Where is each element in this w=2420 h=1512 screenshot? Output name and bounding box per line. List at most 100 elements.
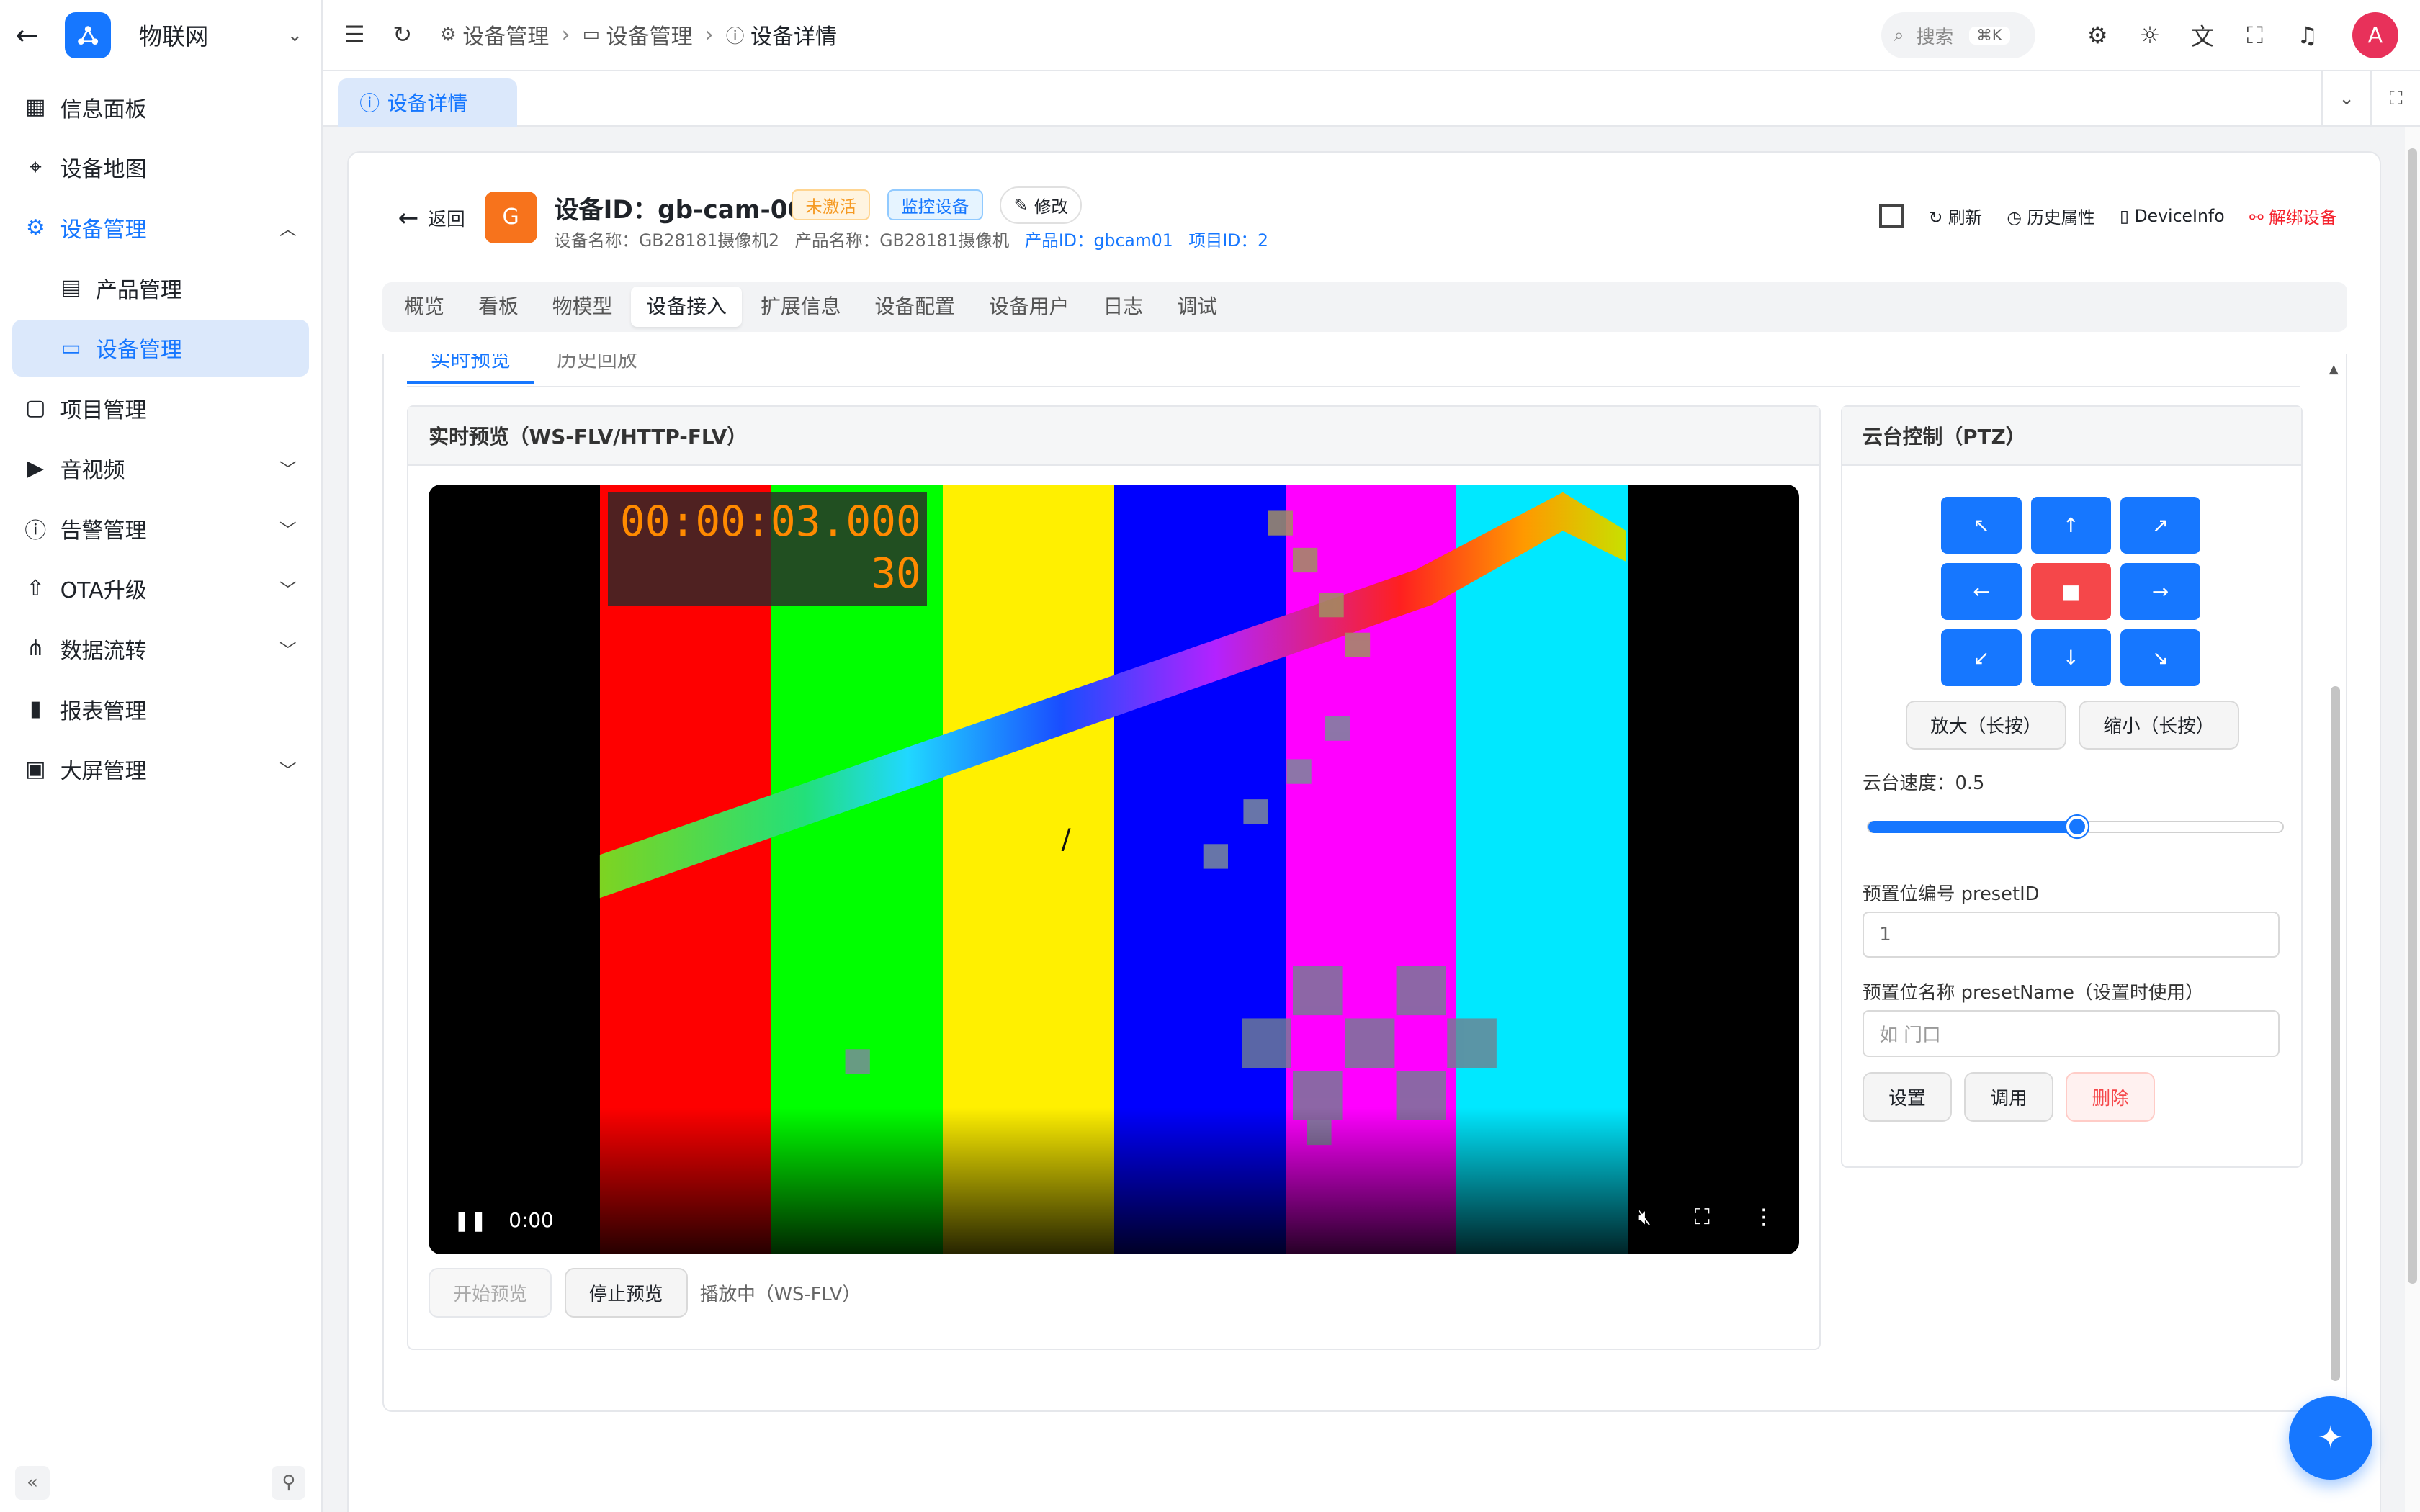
gear-icon[interactable]: ⚙ xyxy=(2071,22,2124,49)
tab-debug[interactable]: 调试 xyxy=(1162,287,1233,327)
tab-label: 设备详情 xyxy=(387,91,468,116)
search-input[interactable]: ⌕ 搜索 ⌘K xyxy=(1881,12,2036,59)
menu-toggle-icon[interactable]: ☰ xyxy=(344,21,365,48)
zoom-out-button[interactable]: 缩小（长按） xyxy=(2078,700,2239,750)
chevron-down-icon[interactable]: ⌄ xyxy=(287,24,303,46)
sidebar-item-data-flow[interactable]: ⋔ 数据流转 ﹀ xyxy=(12,620,309,677)
sidebar-item-product-management[interactable]: ▤ 产品管理 xyxy=(12,259,309,316)
device-title: 设备ID：gb-cam-001 xyxy=(554,196,823,225)
video-player[interactable]: / 00:00:03.000 30 ❚❚ 0:00 🔇︎ ⛶ ⋮ xyxy=(429,484,1800,1254)
playback-status: 播放中（WS-FLV） xyxy=(699,1283,861,1305)
slider-handle[interactable] xyxy=(2066,816,2088,838)
tab-device-access[interactable]: 设备接入 xyxy=(631,287,743,328)
product-id-link[interactable]: 产品ID：gbcam01 xyxy=(1025,227,1173,251)
tab-thing-model[interactable]: 物模型 xyxy=(537,287,627,327)
sidebar-item-alerts[interactable]: ⓘ 告警管理 ﹀ xyxy=(12,500,309,557)
ptz-left-button[interactable]: ← xyxy=(1941,562,2022,621)
device-info-label: DeviceInfo xyxy=(2134,205,2225,226)
ai-assistant-button[interactable]: ✦ xyxy=(2288,1396,2372,1480)
avatar[interactable]: A xyxy=(2352,12,2398,59)
preview-title: 实时预览（WS-FLV/HTTP-FLV） xyxy=(408,407,1820,466)
ptz-down-left-button[interactable]: ↙ xyxy=(1941,629,2022,687)
qrcode-icon[interactable] xyxy=(1879,203,1904,228)
ptz-title: 云台控制（PTZ） xyxy=(1842,407,2301,466)
fullscreen-icon[interactable]: ⛶ xyxy=(1695,1205,1710,1230)
tab-device-users[interactable]: 设备用户 xyxy=(974,287,1085,327)
pause-icon[interactable]: ❚❚ xyxy=(454,1208,488,1232)
back-button[interactable]: ← 返回 xyxy=(398,204,465,233)
translate-icon[interactable]: 文 xyxy=(2176,19,2228,52)
back-arrow-icon[interactable]: ← xyxy=(15,19,46,52)
ptz-right-button[interactable]: → xyxy=(2120,562,2201,621)
ptz-up-button[interactable]: ↑ xyxy=(2030,496,2111,554)
bell-icon[interactable]: ♫ xyxy=(2281,22,2334,49)
tab-overview[interactable]: 概览 xyxy=(389,287,460,327)
ptz-speed-slider[interactable] xyxy=(1867,816,2284,838)
stop-preview-button[interactable]: 停止预览 xyxy=(564,1268,688,1318)
page-scrollbar[interactable] xyxy=(2404,126,2420,1512)
device-icon: ▭ xyxy=(582,24,600,46)
chevron-up-icon: ︿ xyxy=(279,219,297,240)
delete-preset-button[interactable]: 删除 xyxy=(2066,1071,2156,1122)
tab-history-playback[interactable]: 历史回放 xyxy=(534,354,660,384)
breadcrumb-item[interactable]: 设备管理 xyxy=(606,19,692,50)
zoom-in-button[interactable]: 放大（长按） xyxy=(1905,700,2066,750)
ptz-down-button[interactable]: ↓ xyxy=(2030,629,2111,687)
sidebar-item-big-screen[interactable]: ▣ 大屏管理 ﹀ xyxy=(12,740,309,797)
ptz-up-left-button[interactable]: ↖ xyxy=(1941,496,2022,554)
sidebar-item-device-management[interactable]: ⚙ 设备管理 ︿ xyxy=(12,199,309,256)
pane-scrollbar[interactable]: ▲ xyxy=(2329,354,2341,1387)
chevron-down-icon[interactable]: ⌄ xyxy=(2321,71,2371,127)
unbind-button[interactable]: ⚯ 解绑设备 xyxy=(2249,204,2336,228)
tab-live-preview[interactable]: 实时预览 xyxy=(407,354,534,384)
scroll-up-icon[interactable]: ▲ xyxy=(2329,362,2339,377)
screenshot-icon[interactable]: ⛶ xyxy=(2370,71,2420,127)
detail-tabs: 概览 看板 物模型 设备接入 扩展信息 设备配置 设备用户 日志 调试 xyxy=(382,282,2348,332)
tab-device-detail[interactable]: ⓘ 设备详情 xyxy=(338,78,517,127)
breadcrumb-item[interactable]: 设备管理 xyxy=(462,19,549,50)
ptz-down-right-button[interactable]: ↘ xyxy=(2120,629,2201,687)
preset-id-input[interactable]: 1 xyxy=(1862,912,2280,958)
refresh-icon[interactable]: ↻ xyxy=(393,21,412,48)
ptz-stop-button[interactable]: ■ xyxy=(2030,562,2111,621)
tab-extended-info[interactable]: 扩展信息 xyxy=(745,287,856,327)
sidebar-item-device-list[interactable]: ▭ 设备管理 xyxy=(12,319,309,377)
refresh-button[interactable]: ↻ 刷新 xyxy=(1929,204,1982,228)
scrollbar-thumb[interactable] xyxy=(2407,148,2417,1284)
sidebar-item-ota[interactable]: ⇧ OTA升级 ﹀ xyxy=(12,560,309,617)
breadcrumb: ⚙ 设备管理 › ▭ 设备管理 › ⓘ 设备详情 xyxy=(440,19,837,50)
scrollbar-thumb[interactable] xyxy=(2330,686,2340,1381)
tab-board[interactable]: 看板 xyxy=(463,287,534,327)
top-bar: ☰ ↻ ⚙ 设备管理 › ▭ 设备管理 › ⓘ 设备详情 ⌕ 搜索 ⌘K ⚙ ☼… xyxy=(322,0,2420,71)
pin-icon[interactable]: ⚲ xyxy=(272,1465,306,1500)
pencil-icon: ✎ xyxy=(1013,194,1028,215)
unbind-label: 解绑设备 xyxy=(2269,207,2337,228)
preset-name-input[interactable]: 如 门口 xyxy=(1862,1010,2280,1057)
sidebar-item-project-management[interactable]: ▢ 项目管理 xyxy=(12,379,309,436)
more-options-icon[interactable]: ⋮ xyxy=(1753,1205,1775,1230)
sidebar-item-reports[interactable]: ▮ 报表管理 xyxy=(12,680,309,737)
mute-icon[interactable]: 🔇︎ xyxy=(1638,1205,1652,1230)
chevron-down-icon: ﹀ xyxy=(279,760,297,781)
history-button[interactable]: ◷ 历史属性 xyxy=(2007,204,2094,228)
sidebar-item-audio-video[interactable]: ▶ 音视频 ﹀ xyxy=(12,440,309,497)
device-actions: ↻ 刷新 ◷ 历史属性 ▯ DeviceInfo ⚯ 解绑设备 xyxy=(1879,203,2336,228)
call-preset-button[interactable]: 调用 xyxy=(1964,1071,2054,1122)
set-preset-button[interactable]: 设置 xyxy=(1862,1071,1952,1122)
ptz-up-right-button[interactable]: ↗ xyxy=(2120,496,2201,554)
report-icon: ▮ xyxy=(30,696,42,722)
collapse-sidebar-icon[interactable]: « xyxy=(15,1465,50,1500)
tab-device-config[interactable]: 设备配置 xyxy=(859,287,970,327)
project-id-link[interactable]: 项目ID：2 xyxy=(1188,227,1268,251)
tab-logs[interactable]: 日志 xyxy=(1088,287,1159,327)
device-info-button[interactable]: ▯ DeviceInfo xyxy=(2120,206,2225,226)
app-logo-icon xyxy=(64,12,112,59)
edit-button[interactable]: ✎ 修改 xyxy=(1000,186,1083,224)
start-preview-button[interactable]: 开始预览 xyxy=(429,1268,552,1318)
product-name: 产品名称：GB28181摄像机 xyxy=(794,230,1010,251)
fullscreen-icon[interactable]: ⛶ xyxy=(2228,22,2281,50)
video-controls-right: 🔇︎ ⛶ ⋮ xyxy=(1638,1205,1775,1230)
theme-icon[interactable]: ☼ xyxy=(2124,22,2177,49)
sidebar-item-dashboard[interactable]: ▦ 信息面板 xyxy=(12,78,309,135)
sidebar-item-device-map[interactable]: ⌖ 设备地图 xyxy=(12,139,309,196)
